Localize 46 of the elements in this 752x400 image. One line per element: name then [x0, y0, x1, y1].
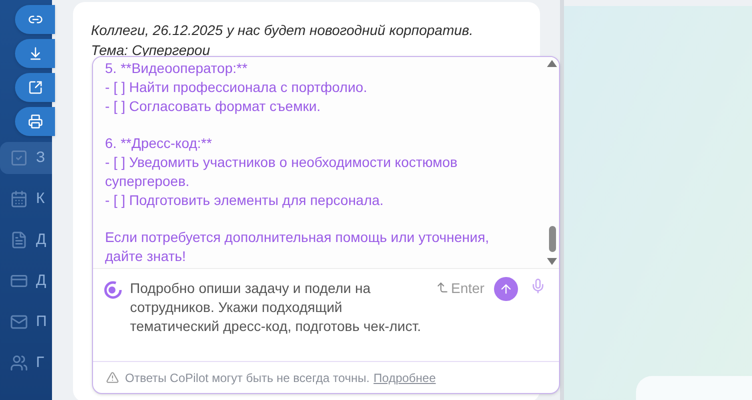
copilot-logo-icon [103, 280, 123, 300]
sidebar-item[interactable]: З [0, 142, 52, 174]
users-icon [10, 354, 28, 372]
action-button[interactable] [15, 5, 55, 34]
download-icon [28, 46, 42, 61]
calendar-icon [10, 190, 28, 208]
scroll-up-icon[interactable] [547, 60, 557, 67]
more-link[interactable]: Подробнее [374, 368, 436, 387]
answer-text: - [ ] Согласовать формат съемки. [105, 97, 322, 116]
message-text: Тема: Супергерои [91, 41, 211, 60]
sidebar-label: Д [36, 230, 46, 250]
document-icon [10, 231, 28, 249]
message-text: Коллеги, 26.12.2025 у нас будет новогодний корпоратив. [91, 21, 474, 40]
disclaimer-text: Ответы CoPilot могут быть не всегда точны. [125, 370, 370, 387]
answer-text: 6. **Дресс-код:** [105, 134, 213, 153]
sidebar-item[interactable]: Д [0, 224, 52, 256]
answer-text: - [ ] Уведомить участников о необходимости костюмов супергероев. [105, 153, 458, 191]
answer-text: 5. **Видеооператор:** [105, 59, 248, 78]
sidebar-label: К [36, 188, 45, 209]
sidebar-item[interactable]: Г [0, 347, 52, 379]
scroll-thumb[interactable] [548, 226, 556, 252]
action-button[interactable] [15, 73, 55, 102]
action-button[interactable] [15, 107, 55, 136]
sidebar-label: Д [36, 270, 46, 291]
sidebar-label: П [36, 312, 47, 332]
sidebar-label: З [36, 148, 46, 168]
external-link-icon [28, 80, 42, 95]
send-button[interactable] [494, 277, 518, 302]
action-button[interactable] [15, 39, 55, 68]
microphone-icon [530, 278, 546, 294]
card-icon [10, 272, 28, 290]
enter-icon [436, 281, 449, 294]
sidebar-item[interactable]: Д [0, 265, 52, 297]
answer-text: - [ ] Найти профессионала с портфолио. [105, 78, 368, 97]
answer-text: Если потребуется дополнительная помощь или уточнения, дайте знать! [105, 228, 490, 266]
mail-icon [10, 313, 28, 331]
enter-hint: Enter [451, 279, 484, 298]
checkbox-icon [10, 149, 28, 167]
prompt-field[interactable]: Подробно опиши задачу и подели на сотрудников. Укажи подходящий тематический дресс-код, подготовь чек-лист. [130, 279, 430, 336]
sidebar-item[interactable]: П [0, 306, 52, 338]
sidebar-label: Г [36, 352, 44, 373]
answer-text: - [ ] Подготовить элементы для персонала. [105, 191, 385, 210]
scroll-down-icon[interactable] [547, 258, 557, 266]
print-icon [28, 114, 42, 129]
warning-icon [106, 371, 119, 384]
sidebar-item[interactable]: К [0, 183, 52, 215]
